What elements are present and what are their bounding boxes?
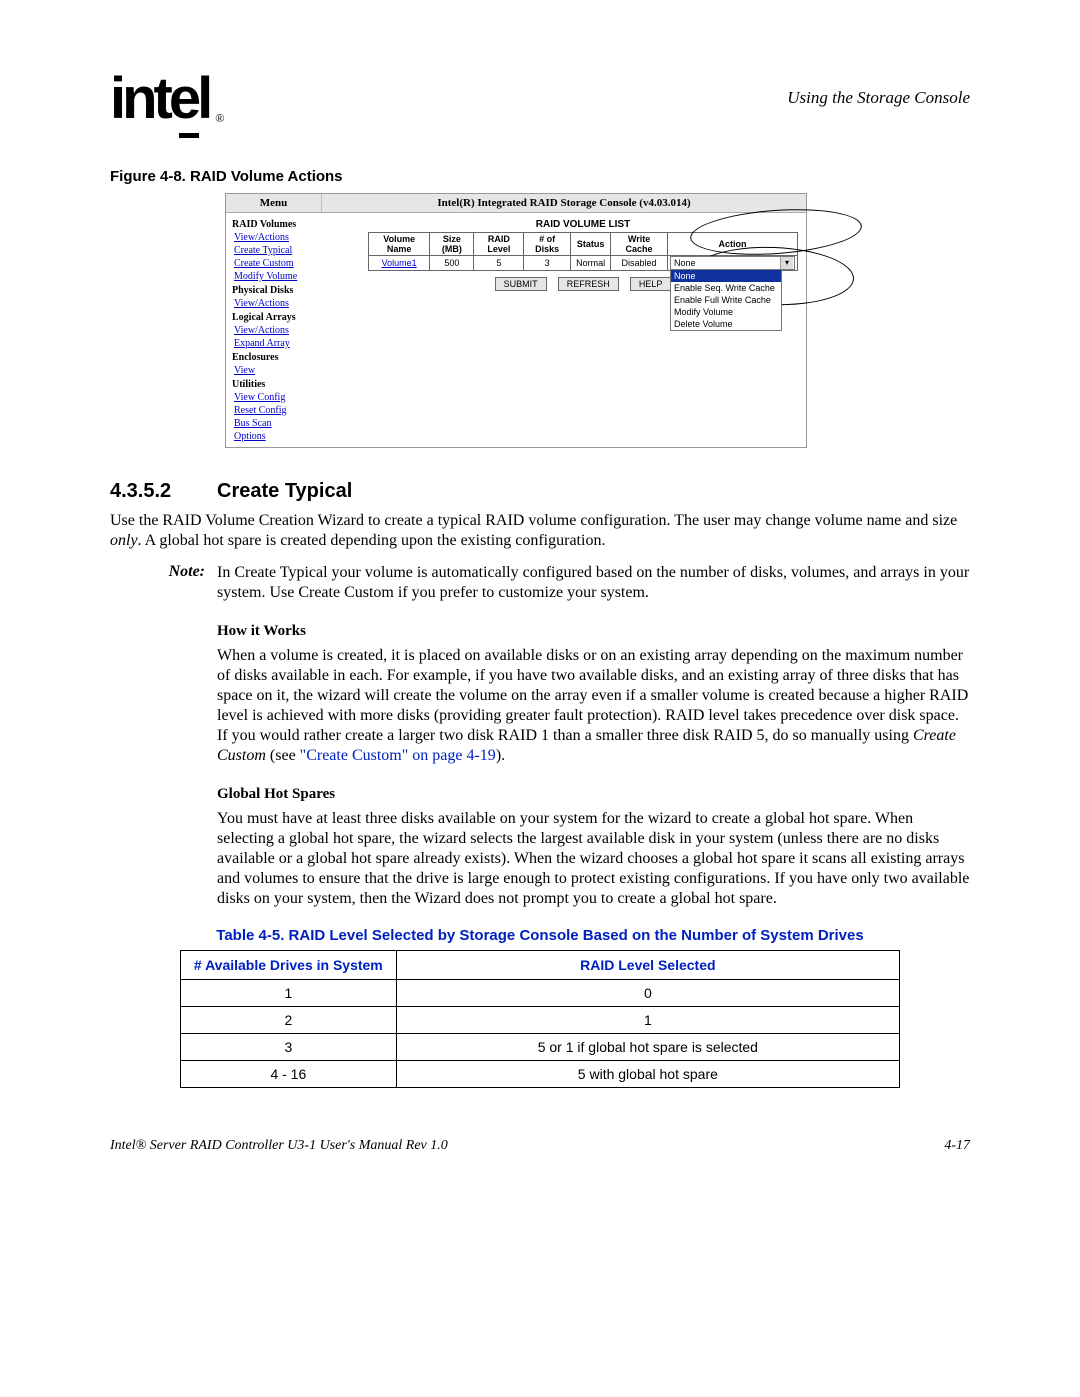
cell-level: 5 xyxy=(474,256,524,271)
opt-full-cache[interactable]: Enable Full Write Cache xyxy=(671,294,781,306)
opt-modify-volume[interactable]: Modify Volume xyxy=(671,306,781,318)
col-num-disks: # of Disks xyxy=(524,233,571,256)
cell-cache: Disabled xyxy=(611,256,668,271)
sidebar-create-typical[interactable]: Create Typical xyxy=(234,244,327,257)
sidebar-cat-logical-arrays: Logical Arrays xyxy=(232,311,327,324)
submit-button[interactable]: SUBMIT xyxy=(495,277,547,291)
intro-paragraph: Use the RAID Volume Creation Wizard to c… xyxy=(110,511,970,551)
figure-caption: Figure 4-8. RAID Volume Actions xyxy=(110,168,970,185)
table-row: 10 xyxy=(181,980,900,1007)
how-it-works-heading: How it Works xyxy=(217,623,970,640)
sidebar-cat-utilities: Utilities xyxy=(232,378,327,391)
col-raid-level: RAID Level xyxy=(474,233,524,256)
sidebar-view[interactable]: View xyxy=(234,364,327,377)
sidebar-cat-enclosures: Enclosures xyxy=(232,351,327,364)
sidebar-view-actions-2[interactable]: View/Actions xyxy=(234,297,327,310)
note-label: Note: xyxy=(110,563,217,603)
action-dropdown-value: None xyxy=(674,258,696,268)
registered-mark: ® xyxy=(215,111,224,125)
raid-level-table: # Available Drives in System RAID Level … xyxy=(180,950,900,1088)
console-title: Intel(R) Integrated RAID Storage Console… xyxy=(322,194,806,212)
sidebar-expand-array[interactable]: Expand Array xyxy=(234,337,327,350)
col-volume-name: Volume Name xyxy=(369,233,430,256)
opt-seq-cache[interactable]: Enable Seq. Write Cache xyxy=(671,282,781,294)
header-section-title: Using the Storage Console xyxy=(787,88,970,108)
th-drives: # Available Drives in System xyxy=(181,951,397,980)
how-it-works-paragraph: When a volume is created, it is placed o… xyxy=(217,646,970,766)
section-number: 4.3.5.2 xyxy=(110,480,217,503)
menu-label: Menu xyxy=(226,194,322,212)
sidebar-view-actions-1[interactable]: View/Actions xyxy=(234,231,327,244)
console-sidebar: RAID Volumes View/Actions Create Typical… xyxy=(226,213,332,447)
help-button[interactable]: HELP xyxy=(630,277,672,291)
cell-size: 500 xyxy=(430,256,474,271)
refresh-button[interactable]: REFRESH xyxy=(558,277,619,291)
raid-volume-table: Volume Name Size (MB) RAID Level # of Di… xyxy=(368,232,798,271)
col-write-cache: Write Cache xyxy=(611,233,668,256)
action-dropdown[interactable]: None None Enable Seq. Write Cache Enable… xyxy=(670,256,795,270)
note-text: In Create Typical your volume is automat… xyxy=(217,563,970,603)
embedded-screenshot: Menu Intel(R) Integrated RAID Storage Co… xyxy=(225,193,807,448)
section-title: Create Typical xyxy=(217,480,352,503)
volume-link[interactable]: Volume1 xyxy=(382,258,417,268)
table-row: 21 xyxy=(181,1007,900,1034)
sidebar-create-custom[interactable]: Create Custom xyxy=(234,257,327,270)
col-size: Size (MB) xyxy=(430,233,474,256)
footer-right: 4-17 xyxy=(944,1138,970,1154)
table-caption: Table 4-5. RAID Level Selected by Storag… xyxy=(110,927,970,944)
opt-none[interactable]: None xyxy=(671,270,781,282)
raid-volume-list-title: RAID VOLUME LIST xyxy=(368,219,798,230)
col-action: Action xyxy=(668,233,798,256)
sidebar-modify-volume[interactable]: Modify Volume xyxy=(234,270,327,283)
intel-logo: intel xyxy=(110,70,209,128)
sidebar-cat-physical-disks: Physical Disks xyxy=(232,284,327,297)
sidebar-reset-config[interactable]: Reset Config xyxy=(234,404,327,417)
table-row: 35 or 1 if global hot spare is selected xyxy=(181,1034,900,1061)
cell-status: Normal xyxy=(571,256,611,271)
action-dropdown-options[interactable]: None Enable Seq. Write Cache Enable Full… xyxy=(670,269,782,331)
sidebar-view-config[interactable]: View Config xyxy=(234,391,327,404)
table-row: 4 - 165 with global hot spare xyxy=(181,1061,900,1088)
col-status: Status xyxy=(571,233,611,256)
global-hot-spares-paragraph: You must have at least three disks avail… xyxy=(217,809,970,909)
opt-delete-volume[interactable]: Delete Volume xyxy=(671,318,781,330)
sidebar-view-actions-3[interactable]: View/Actions xyxy=(234,324,327,337)
sidebar-bus-scan[interactable]: Bus Scan xyxy=(234,417,327,430)
sidebar-cat-raid-volumes: RAID Volumes xyxy=(232,218,327,231)
xref-create-custom[interactable]: "Create Custom" on page 4-19 xyxy=(300,747,496,764)
sidebar-options[interactable]: Options xyxy=(234,430,327,443)
th-raid-level: RAID Level Selected xyxy=(396,951,899,980)
cell-disks: 3 xyxy=(524,256,571,271)
global-hot-spares-heading: Global Hot Spares xyxy=(217,786,970,803)
footer-left: Intel® Server RAID Controller U3-1 User'… xyxy=(110,1138,448,1154)
